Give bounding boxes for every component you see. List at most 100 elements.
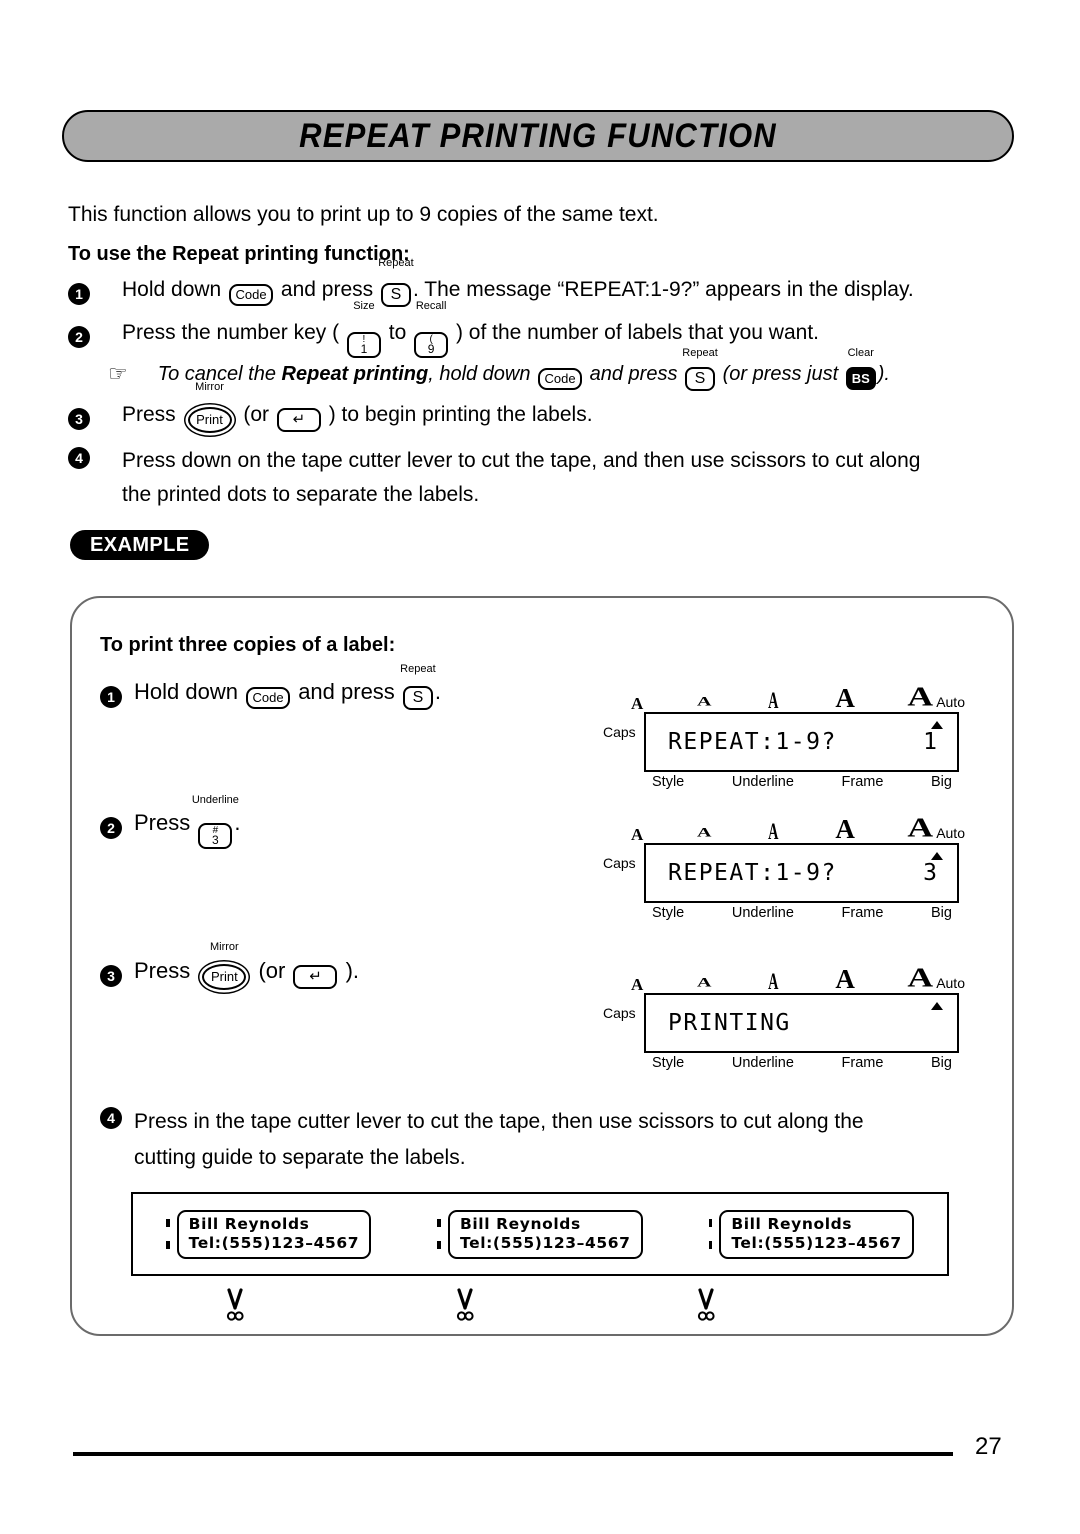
example-number-key-3[interactable]: Underline #3 [192,795,239,849]
label-1-line-1: Bill Reynolds [188,1214,310,1233]
bs-key-cap: BS [845,367,876,390]
lcd-1-function-labels: Style Underline Frame Big [652,774,952,790]
example-step-4-line-2: cutting guide to separate the labels. [134,1146,466,1169]
lcd-1-caps-indicator: Caps [603,724,636,740]
cut-guide-dots-2 [437,1219,441,1249]
lcd-2-cursor-arrow-icon [931,852,943,860]
lcd-1-message: REPEAT:1-9? [668,729,837,755]
number-key-1-function-label: Size [353,300,375,312]
lcd-3-label-style: Style [652,1055,685,1071]
hint-text-part-5: ). [877,363,890,385]
step-4-line-1: Press down on the tape cutter lever to c… [122,449,921,472]
label-2-frame: Bill Reynolds Tel:(555)123–4567 [447,1209,643,1259]
example-step-3-text: Press Mirror Print (or ↵ ). [134,942,360,990]
example-step-4: 4 Press in the tape cutter lever to cut … [100,1104,980,1176]
example-s-key[interactable]: Repeat S [400,664,436,710]
lcd-3-icon-underline-a: A [768,969,779,994]
lcd-2-message: REPEAT:1-9? [668,860,837,886]
tape-label-2: Bill Reynolds Tel:(555)123–4567 [437,1209,643,1259]
hint-text-part-3: and press [584,363,684,385]
example-code-key[interactable]: Code [244,679,292,709]
lcd-2-icon-normal-a: A [631,825,644,844]
number-key-1-cap: ! 1 [346,332,381,358]
lcd-1-icon-style-a: A [696,695,712,709]
code-key-1[interactable]: Code [227,273,275,307]
hint-text-bold: Repeat printing [281,363,429,385]
step-4: 4 Press down on the tape cutter lever to… [68,444,1028,512]
number-key-9[interactable]: Recall (9 [412,301,450,358]
lcd-1-auto-indicator: Auto [936,694,965,710]
example-step-3: 3 Press Mirror Print (or ↵ ). [100,942,360,990]
scissors-icon-3 [693,1288,719,1322]
label-1-frame: Bill Reynolds Tel:(555)123–4567 [176,1209,372,1259]
step-2-text-part-2: to [382,321,413,344]
lcd-3-message: PRINTING [668,1010,791,1036]
example-step-1: 1 Hold down Code and press Repeat S. [100,664,441,710]
step-3-text-part-3: ) to begin printing the labels. [322,403,593,426]
print-key-1-function-label: Mirror [195,381,224,393]
step-4-number: 4 [68,447,90,469]
label-3-frame: Bill Reynolds Tel:(555)123–4567 [719,1209,914,1259]
lcd-2-screen: REPEAT:1-9? 3 [644,843,959,903]
lcd-2-function-labels: Style Underline Frame Big [652,905,952,921]
lcd-3-label-frame: Frame [841,1055,884,1071]
lcd-3-label-big: Big [931,1055,952,1071]
example-step-2-number: 2 [100,817,122,839]
step-4-line-2: the printed dots to separate the labels. [122,483,480,506]
pointing-hand-icon: ☞ [108,361,128,386]
example-badge: EXAMPLE [70,530,210,560]
number-key-9-function-label: Recall [415,300,447,312]
footer-rule [73,1452,953,1456]
step-1-text-part-3: . The message “REPEAT:1-9?” appears in t… [412,278,914,301]
lcd-2-copy-count: 3 [923,860,937,886]
lcd-2-format-icons: A A A A A [631,811,933,844]
example-step-1-number: 1 [100,686,122,708]
tape-label-1: Bill Reynolds Tel:(555)123–4567 [166,1209,372,1259]
s-key-1-cap: S [380,283,411,307]
s-key-2-function-label: Repeat [682,347,718,359]
tape-label-row: Bill Reynolds Tel:(555)123–4567 Bill Rey… [133,1194,947,1274]
lcd-display-2: A A A A A Auto Caps REPEAT:1-9? 3 Style … [603,811,965,929]
lcd-1-format-icons: A A A A A [631,680,933,713]
tape-label-3: Bill Reynolds Tel:(555)123–4567 [708,1209,914,1259]
lcd-3-icon-normal-a: A [631,975,644,994]
lcd-3-auto-indicator: Auto [936,975,965,991]
example-step-1-text-part-1: Hold down [134,679,245,704]
s-key-1[interactable]: Repeat S [378,258,414,307]
example-step-2-text-part-1: Press [134,810,197,835]
scissors-icon-1 [222,1288,248,1322]
bs-key[interactable]: Clear BS [844,348,878,390]
example-number-key-3-cap: #3 [198,823,233,849]
lcd-1-label-frame: Frame [841,774,884,790]
lcd-2-label-big: Big [931,905,952,921]
lcd-3-screen: PRINTING [644,993,959,1053]
example-enter-key[interactable]: ↵ [291,958,339,989]
section-subheading: To use the Repeat printing function: [68,243,410,265]
lcd-3-icon-style-a: A [696,976,712,990]
lcd-3-function-labels: Style Underline Frame Big [652,1055,952,1071]
enter-key-1[interactable]: ↵ [275,398,323,432]
s-key-2[interactable]: Repeat S [682,348,718,391]
print-key-1-cap: Print [187,406,232,433]
example-heading: To print three copies of a label: [100,634,396,656]
lcd-1-cursor-arrow-icon [931,721,943,729]
step-3-number: 3 [68,408,90,430]
page-title: REPEAT PRINTING FUNCTION [299,115,777,156]
cancel-hint: ☞ To cancel the Repeat printing, hold do… [108,348,890,391]
code-key-2[interactable]: Code [536,363,584,390]
lcd-1-icon-underline-a: A [768,688,779,713]
example-number-key-3-bottom-glyph: 3 [212,833,219,847]
lcd-3-cursor-arrow-icon [931,1002,943,1010]
step-1-text-part-2: and press [275,278,379,301]
print-key-1[interactable]: Mirror Print [182,382,238,433]
number-key-9-cap: (9 [414,332,449,358]
example-print-key[interactable]: Mirror Print [196,942,252,990]
cancel-hint-text: To cancel the Repeat printing, hold down… [158,348,890,391]
number-key-1[interactable]: Size ! 1 [345,301,383,358]
lcd-1-icon-normal-a: A [631,694,644,713]
example-step-3-text-part-3: ). [339,958,360,983]
hint-text-part-4: (or press just [717,363,844,385]
step-1-text: Hold down Code and press Repeat S. The me… [122,258,914,307]
lcd-1-icon-frame-a: A [835,683,855,713]
step-1-number: 1 [68,283,90,305]
